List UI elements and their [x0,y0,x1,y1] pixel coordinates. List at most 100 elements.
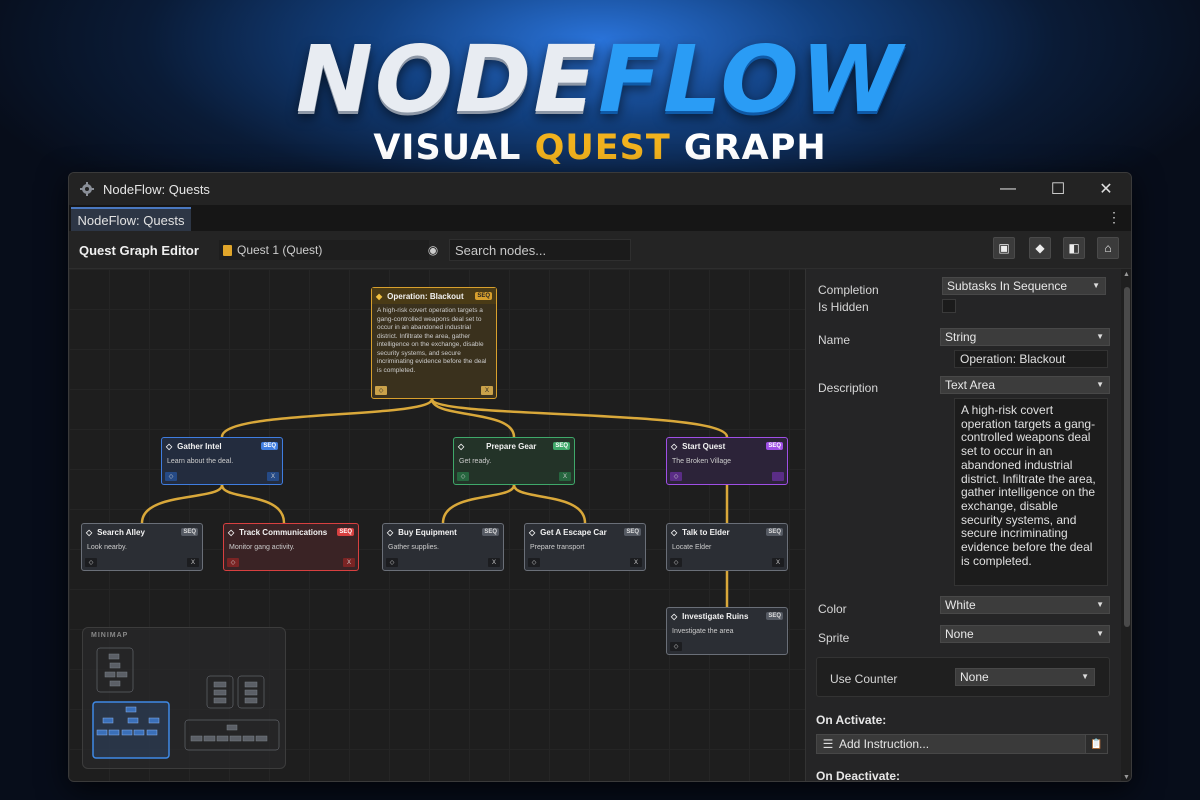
target-icon[interactable]: ◉ [424,241,442,259]
brand-logo-part2: FLOW [598,26,905,133]
node-gather-intel[interactable]: ◇ Gather Intel SEQ Learn about the deal. ◇… [161,437,283,485]
node-remove-button[interactable] [772,472,784,481]
node-title: Search Alley [97,527,145,537]
tab-bar: NodeFlow: Quests ⋮ [69,205,1131,231]
quest-selector-value: Quest 1 (Quest) [237,243,323,257]
sprite-label: Sprite [818,631,850,645]
node-badge: SEQ [482,528,499,536]
node-in-port-icon[interactable]: ◇ [386,558,398,567]
node-title: Investigate Ruins [682,611,749,621]
node-in-port-icon[interactable]: ◇ [457,472,469,481]
counter-dropdown[interactable]: None ▼ [955,668,1095,686]
node-badge: SEQ [624,528,641,536]
node-prepare-gear[interactable]: ◇ Prepare Gear SEQ Get ready. ◇ X [453,437,575,485]
add-instruction-button[interactable]: ☰ Add Instruction... 📋 [816,734,1108,754]
node-in-port-icon[interactable]: ◇ [670,642,682,651]
more-options-icon[interactable]: ⋮ [1107,209,1121,226]
node-badge: SEQ [766,442,783,450]
close-button[interactable]: ✕ [1082,173,1130,205]
node-remove-button[interactable]: X [343,558,355,567]
node-track-communications[interactable]: ◇ Track Communications SEQ Monitor gang ac… [223,523,359,571]
node-diamond-icon: ◇ [671,611,678,621]
node-investigate-ruins[interactable]: ◇ Investigate Ruins SEQ Investigate the ar… [666,607,788,655]
hamburger-icon: ☰ [822,737,834,751]
node-remove-button[interactable]: X [481,386,493,395]
node-badge: SEQ [553,442,570,450]
counter-group: Use Counter None ▼ [816,657,1110,697]
node-talk-to-elder[interactable]: ◇ Talk to Elder SEQ Locate Elder ◇ X [666,523,788,571]
on-activate-heading: On Activate: [816,713,887,727]
color-dropdown[interactable]: White ▼ [940,596,1110,614]
node-in-port-icon[interactable]: ◇ [528,558,540,567]
brand-logo-part1: NODE [295,26,599,133]
node-start-quest[interactable]: ◇ Start Quest SEQ The Broken Village ◇ [666,437,788,485]
app-window: NodeFlow: Quests — ☐ ✕ NodeFlow: Quests … [68,172,1132,782]
node-in-port-icon[interactable]: ◇ [227,558,239,567]
completion-value: Subtasks In Sequence [947,279,1068,293]
chevron-down-icon: ▼ [1096,380,1104,389]
graph-canvas[interactable]: ◆ Operation: Blackout SEQ A high-risk cove… [69,269,805,781]
subtitle-post: GRAPH [670,128,827,168]
clipboard-icon[interactable]: 📋 [1085,735,1107,753]
description-textarea[interactable]: A high-risk covert operation targets a g… [954,398,1108,586]
node-operation-blackout[interactable]: ◆ Operation: Blackout SEQ A high-risk cove… [371,287,497,399]
diamond-icon[interactable]: ◆ [1029,237,1051,259]
node-badge: SEQ [261,442,278,450]
subtitle-pre: VISUAL [373,128,535,168]
home-icon[interactable]: ⌂ [1097,237,1119,259]
scroll-down-icon[interactable]: ▼ [1123,774,1130,781]
node-description: Gather supplies. [388,544,439,551]
maximize-button[interactable]: ☐ [1034,173,1082,205]
node-remove-button[interactable]: X [559,472,571,481]
node-remove-button[interactable]: X [488,558,500,567]
minimap[interactable]: MINIMAP [82,627,286,769]
counter-value: None [960,670,989,684]
scroll-up-icon[interactable]: ▲ [1123,271,1130,278]
node-description: Investigate the area [672,628,734,635]
node-remove-button[interactable]: X [267,472,279,481]
name-type-dropdown[interactable]: String ▼ [940,328,1110,346]
sprite-dropdown[interactable]: None ▼ [940,625,1110,643]
link-gatherintel-trackcomms [220,484,286,524]
node-in-port-icon[interactable]: ◇ [670,558,682,567]
inspector-scrollbar[interactable]: ▲ ▼ [1121,269,1131,781]
editor-toolbar: Quest Graph Editor Quest 1 (Quest) ◉ ▣ ◆… [69,231,1131,269]
node-remove-button[interactable]: X [772,558,784,567]
node-in-port-icon[interactable]: ◇ [670,472,682,481]
node-badge: SEQ [475,292,492,300]
node-title: Track Communications [239,527,328,537]
node-in-port-icon[interactable]: ◇ [85,558,97,567]
tab-nodeflow-quests[interactable]: NodeFlow: Quests [71,207,191,231]
node-diamond-icon: ◇ [166,441,173,451]
minimize-button[interactable]: — [984,173,1032,205]
node-search-alley[interactable]: ◇ Search Alley SEQ Look nearby. ◇ X [81,523,203,571]
node-buy-equipment[interactable]: ◇ Buy Equipment SEQ Gather supplies. ◇ X [382,523,504,571]
node-description: Learn about the deal. [167,458,234,465]
name-field[interactable]: Operation: Blackout [954,350,1108,368]
image-icon[interactable]: ▣ [993,237,1015,259]
sprite-value: None [945,627,974,641]
chevron-down-icon: ▼ [1096,629,1104,638]
link-gatherintel-searchalley [140,484,224,524]
node-in-port-icon[interactable]: ◇ [165,472,177,481]
node-description: Prepare transport [530,544,585,551]
hidden-checkbox[interactable] [942,299,956,313]
node-remove-button[interactable]: X [187,558,199,567]
scrollbar-thumb[interactable] [1124,287,1130,627]
panel-toggle-icon[interactable]: ◧ [1063,237,1085,259]
node-diamond-icon: ◇ [228,527,235,537]
minimap-preview [92,647,280,759]
node-in-port-icon[interactable]: ◇ [375,386,387,395]
node-description: Get ready. [459,458,492,465]
link-preparegear-escapecar [512,484,587,524]
node-badge: SEQ [766,528,783,536]
description-type-dropdown[interactable]: Text Area ▼ [940,376,1110,394]
search-input[interactable] [449,239,631,261]
editor-title: Quest Graph Editor [79,243,199,258]
node-description: Monitor gang activity. [229,544,295,551]
completion-dropdown[interactable]: Subtasks In Sequence ▼ [942,277,1106,295]
node-diamond-icon: ◇ [529,527,536,537]
node-get-escape-car[interactable]: ◇ Get A Escape Car SEQ Prepare transport ◇… [524,523,646,571]
node-remove-button[interactable]: X [630,558,642,567]
quest-selector[interactable]: Quest 1 (Quest) [219,240,429,260]
